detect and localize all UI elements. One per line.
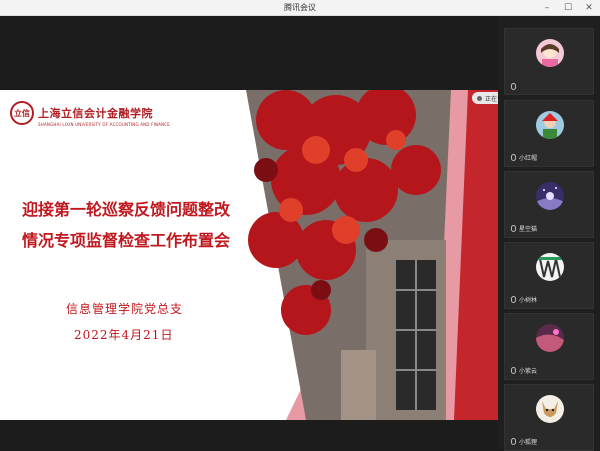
avatar <box>536 111 564 139</box>
headline-line-1: 迎接第一轮巡察反馈问题整改 <box>22 200 231 219</box>
university-logo: 立信 上海立信会计金融学院 SHANGHAI LIXIN UNIVERSITY … <box>10 100 170 127</box>
participant-name: 小红帽 <box>511 153 537 162</box>
maximize-icon[interactable]: ☐ <box>561 1 575 15</box>
avatar <box>536 182 564 210</box>
mic-icon <box>511 154 516 161</box>
mic-icon <box>511 83 516 90</box>
participant-tile[interactable]: 小紫云 <box>504 313 594 380</box>
participant-name: 小树林 <box>511 295 537 304</box>
window-title: 腾讯会议 <box>284 3 316 12</box>
avatar <box>536 39 564 67</box>
participant-tile[interactable]: 小狐狸 <box>504 384 594 451</box>
avatar <box>536 395 564 423</box>
mic-icon <box>511 438 516 445</box>
shared-screen-area: 立信 上海立信会计金融学院 SHANGHAI LIXIN UNIVERSITY … <box>0 16 498 450</box>
mic-icon <box>511 367 516 374</box>
participant-name: 小狐狸 <box>511 437 537 446</box>
participant-tile[interactable]: 小红帽 <box>504 100 594 167</box>
maple-building-photo <box>246 90 498 420</box>
logo-subtitle: SHANGHAI LIXIN UNIVERSITY OF ACCOUNTING … <box>38 122 171 127</box>
mic-icon <box>511 296 516 303</box>
avatar <box>536 253 564 281</box>
logo-seal-icon: 立信 <box>10 101 34 125</box>
slide-date: 2022年4月21日 <box>74 328 174 342</box>
participant-name: 星空猫 <box>511 224 537 233</box>
participant-tile[interactable] <box>504 28 594 95</box>
avatar <box>536 324 564 352</box>
close-icon[interactable]: ✕ <box>582 1 596 15</box>
participant-sidebar: 小红帽 星空猫 小树林 小紫云 小狐狸 <box>498 16 600 451</box>
mic-icon <box>477 95 482 101</box>
participant-tile[interactable]: 星空猫 <box>504 171 594 238</box>
logo-name: 上海立信会计金融学院 <box>38 107 153 120</box>
mic-icon <box>511 225 516 232</box>
minimize-icon[interactable]: – <box>540 1 554 15</box>
participant-name: 小紫云 <box>511 366 537 375</box>
presentation-slide: 立信 上海立信会计金融学院 SHANGHAI LIXIN UNIVERSITY … <box>0 90 498 420</box>
headline-line-2: 情况专项监督检查工作布置会 <box>22 231 231 250</box>
participant-tile[interactable]: 小树林 <box>504 242 594 309</box>
participant-name <box>511 83 519 90</box>
slide-organization: 信息管理学院党总支 <box>66 302 184 316</box>
slide-headline: 迎接第一轮巡察反馈问题整改 情况专项监督检查工作布置会 <box>22 194 262 256</box>
window-titlebar: 腾讯会议 – ☐ ✕ <box>0 0 600 16</box>
